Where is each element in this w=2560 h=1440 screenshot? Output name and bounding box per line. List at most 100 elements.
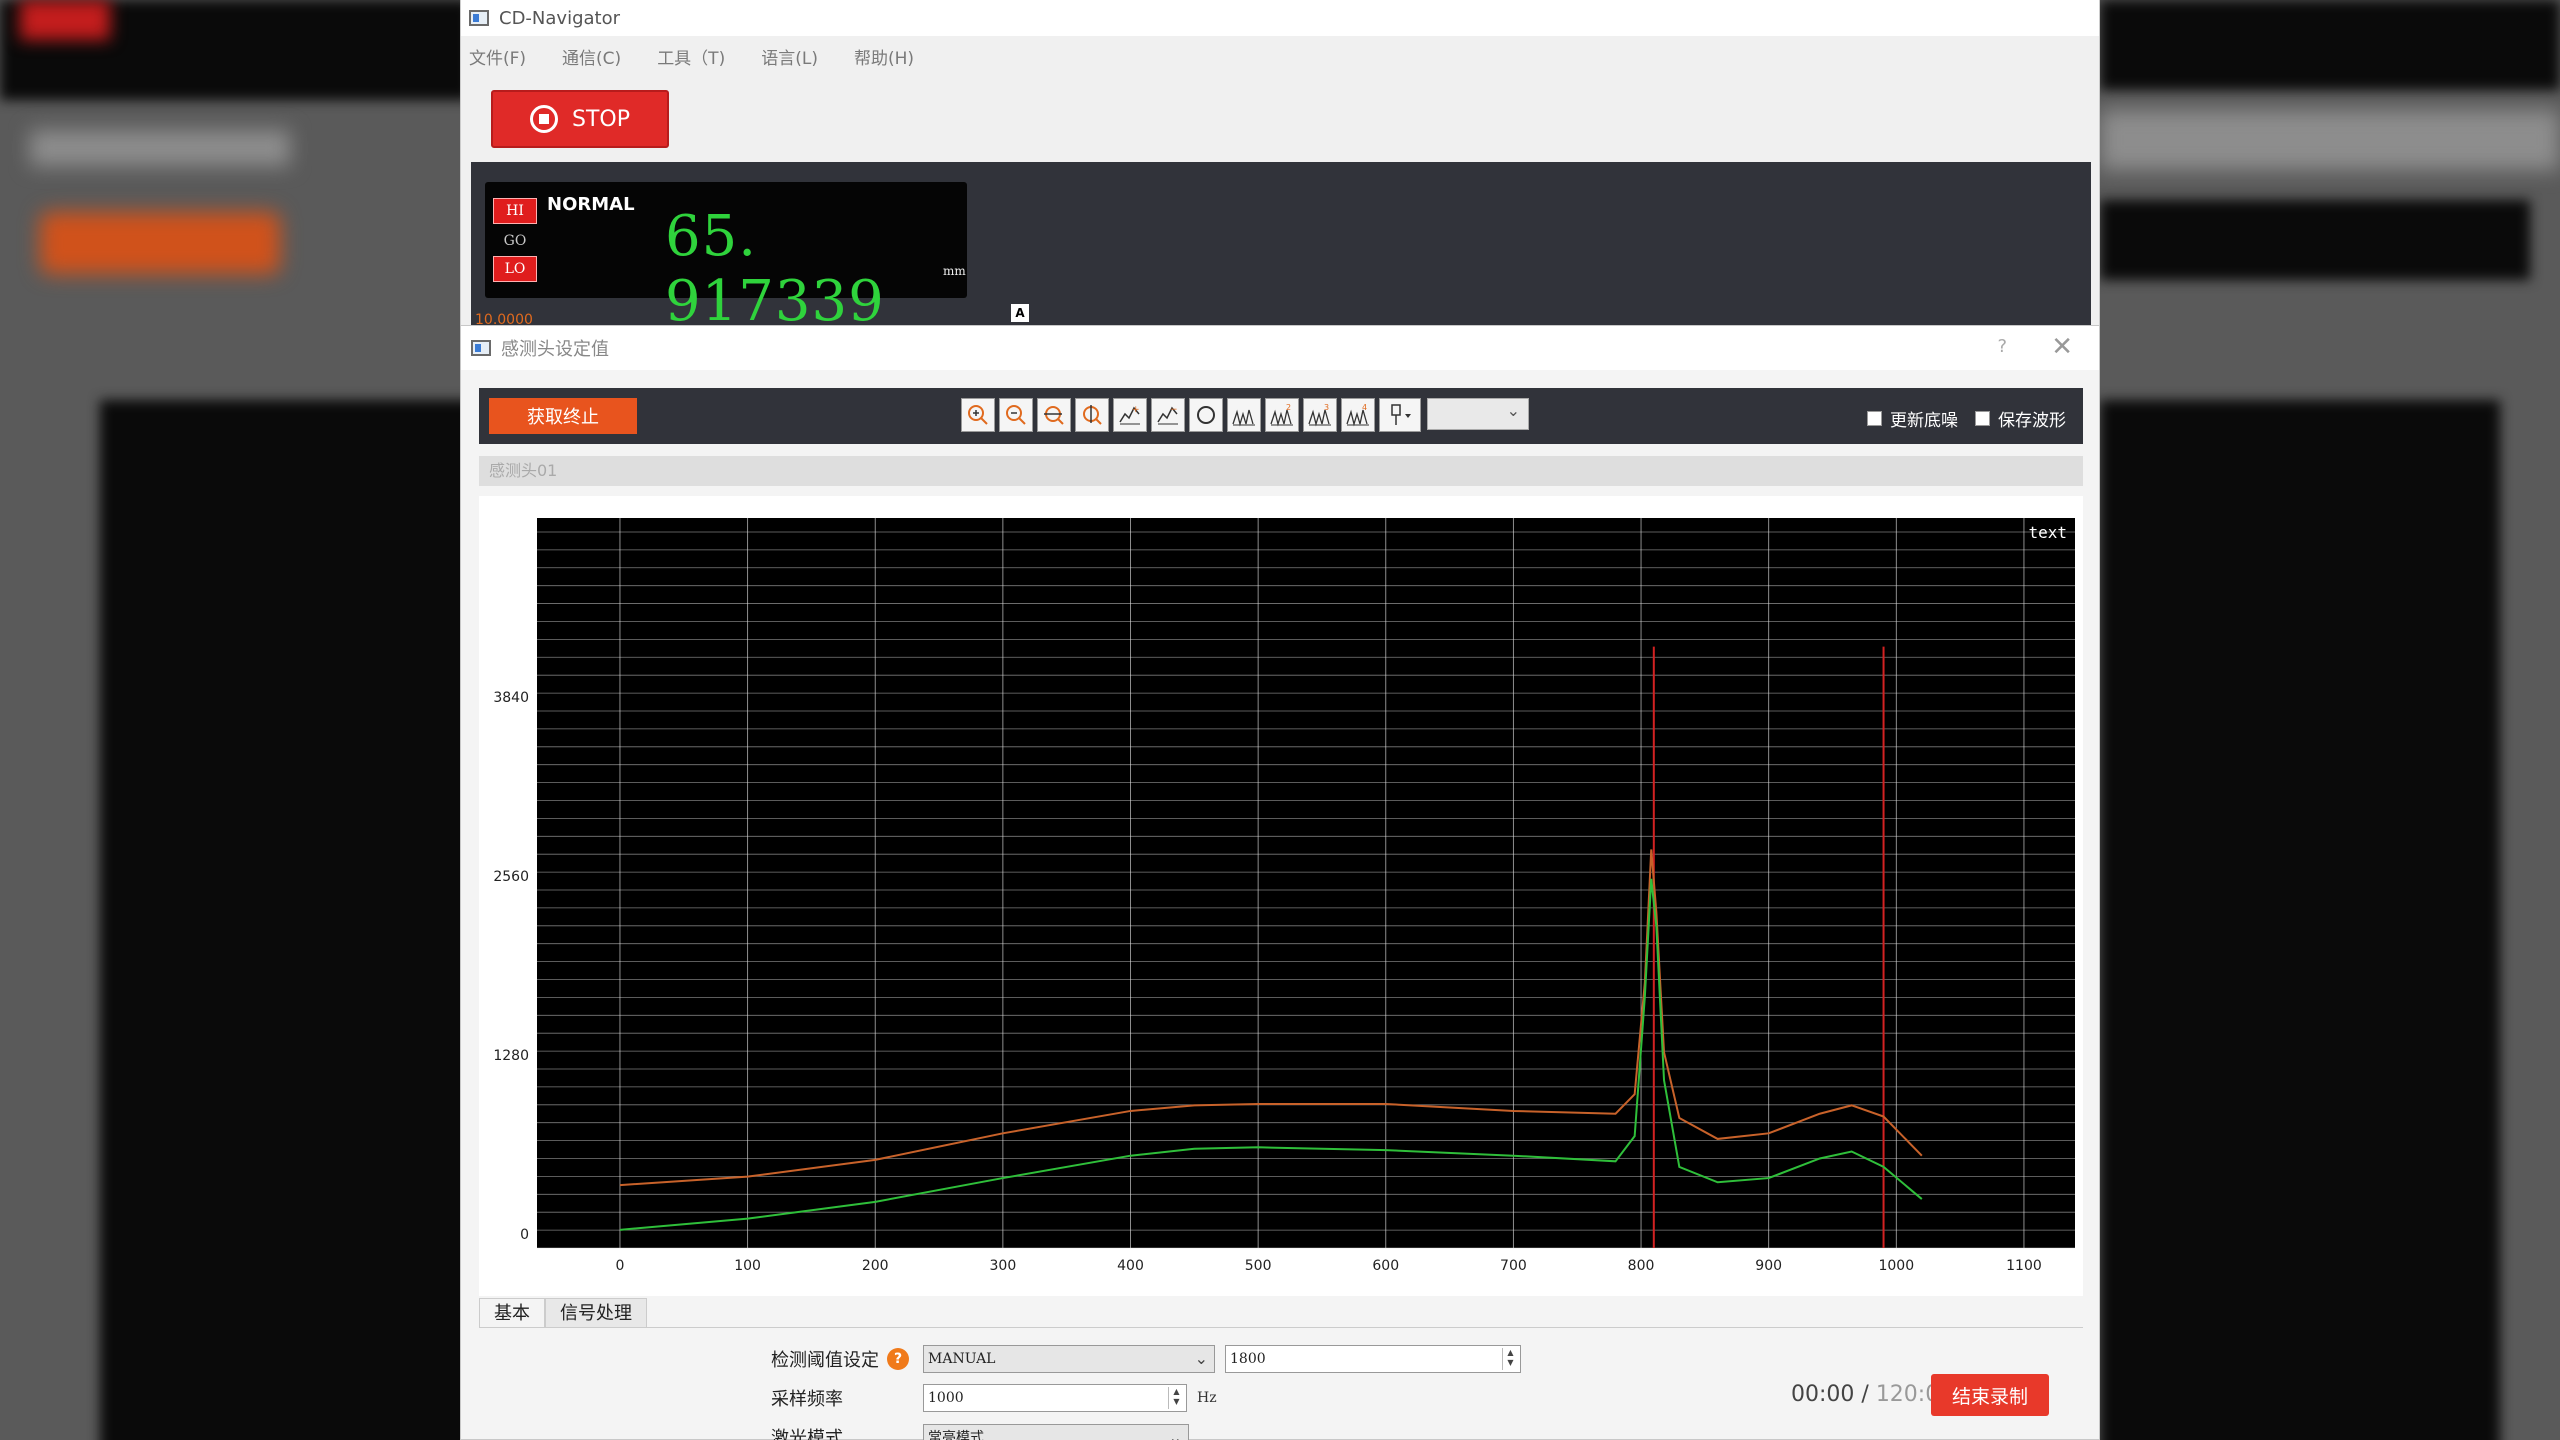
measurement-unit: mm — [943, 264, 966, 278]
chevron-down-icon: ⌄ — [1168, 1428, 1182, 1440]
update-noise-checkbox[interactable]: 更新底噪 — [1867, 406, 1958, 431]
x-tick-label: 500 — [1245, 1258, 1272, 1274]
window-title: CD-Navigator — [499, 7, 620, 29]
update-noise-box[interactable] — [1867, 411, 1882, 426]
menu-language[interactable]: 语言(L) — [761, 44, 818, 69]
record-timer: 00:00 / 120:00 — [1791, 1382, 1953, 1407]
go-indicator: GO — [503, 233, 527, 249]
background-right — [2100, 0, 2560, 1440]
svg-text:3: 3 — [1324, 403, 1329, 412]
svg-text:−: − — [1170, 405, 1178, 415]
spinner-icon[interactable]: ▲ ▼ — [1168, 1387, 1184, 1409]
laser-mode-select[interactable]: 常亮模式 ⌄ — [923, 1424, 1189, 1440]
zoom-y-icon[interactable] — [1075, 398, 1109, 432]
measurement-panel: HI GO LO NORMAL 65. 917339 mm 10.0000 A — [471, 162, 2091, 334]
x-tick-label: 0 — [616, 1258, 625, 1274]
plot-annotation: text — [2028, 523, 2067, 542]
background-left — [0, 0, 460, 1440]
menu-comm[interactable]: 通信(C) — [562, 44, 621, 69]
svg-text:2: 2 — [1286, 403, 1291, 412]
peak-1-icon[interactable] — [1227, 398, 1261, 432]
y-tick-label: 0 — [520, 1227, 529, 1243]
plot-background — [537, 518, 2075, 1248]
tool-buttons: + − 2 3 4 — [961, 398, 1529, 432]
svg-text:+: + — [1132, 405, 1140, 415]
x-tick-label: 600 — [1372, 1258, 1399, 1274]
x-tick-label: 800 — [1628, 1258, 1655, 1274]
svg-text:4: 4 — [1362, 403, 1367, 412]
hi-indicator: HI — [493, 198, 537, 224]
menu-bar: 文件(F) 通信(C) 工具（T) 语言(L) 帮助(H) — [461, 36, 2099, 76]
zoom-out-icon[interactable] — [999, 398, 1033, 432]
zoom-x-icon[interactable] — [1037, 398, 1071, 432]
threshold-mode-value: MANUAL — [928, 1351, 996, 1367]
laser-mode-label: 激光模式 — [771, 1428, 843, 1440]
threshold-label: 检测阈值设定 — [771, 1350, 879, 1371]
x-tick-label: 300 — [990, 1258, 1017, 1274]
frequency-unit: Hz — [1197, 1390, 1217, 1406]
measurement-display: HI GO LO NORMAL 65. 917339 mm — [485, 182, 967, 334]
peak-2-icon[interactable]: 2 — [1265, 398, 1299, 432]
y-tick-label: 1280 — [493, 1048, 529, 1064]
status-text: NORMAL — [547, 194, 635, 215]
dialog-title-bar: 感测头设定值 ? ✕ — [461, 326, 2099, 370]
waveform-plot: 0 100 200 300 400 500 600 700 800 900 1000 1100 0 128… — [479, 496, 2083, 1296]
threshold-mode-select[interactable]: MANUAL ⌄ — [923, 1345, 1215, 1373]
y-tick-label: 2560 — [493, 869, 529, 885]
spinner-icon[interactable]: ▲ ▼ — [1502, 1348, 1518, 1370]
x-tick-label: 700 — [1500, 1258, 1527, 1274]
waveform-chart: 0 100 200 300 400 500 600 700 800 900 1000 1100 0 128… — [493, 518, 2075, 1274]
end-recording-button[interactable]: 结束录制 — [1931, 1374, 2049, 1416]
chevron-down-icon: ⌄ — [1194, 1349, 1208, 1368]
frequency-label: 采样频率 — [771, 1389, 843, 1410]
basic-settings: 检测阈值设定 ? MANUAL ⌄ 1800 ▲ ▼ 采样频率 1000 ▲ ▼ H… — [479, 1327, 2083, 1440]
wave-up-icon[interactable]: + — [1113, 398, 1147, 432]
dialog-title: 感测头设定值 — [501, 339, 609, 360]
main-toolbar: STOP — [461, 76, 2099, 162]
x-tick-label: 1000 — [1878, 1258, 1914, 1274]
x-tick-label: 1100 — [2006, 1258, 2042, 1274]
dialog-toolbar: 获取终止 + − 2 3 4 更新底噪 保存波形 — [479, 388, 2083, 444]
settings-tabs: 基本 信号处理 — [479, 1298, 647, 1328]
app-icon — [469, 10, 489, 26]
main-window: CD-Navigator 文件(F) 通信(C) 工具（T) 语言(L) 帮助(… — [460, 0, 2100, 334]
stop-icon — [530, 105, 558, 133]
threshold-value-input[interactable]: 1800 ▲ ▼ — [1225, 1345, 1521, 1373]
x-tick-label: 400 — [1117, 1258, 1144, 1274]
info-icon[interactable]: ? — [887, 1348, 909, 1370]
save-wave-checkbox[interactable]: 保存波形 — [1975, 406, 2066, 431]
reset-circle-icon[interactable] — [1189, 398, 1223, 432]
menu-tools[interactable]: 工具（T) — [657, 44, 725, 69]
marker-icon[interactable] — [1379, 398, 1421, 432]
tab-basic[interactable]: 基本 — [479, 1298, 545, 1328]
marker-select[interactable] — [1427, 398, 1529, 430]
frequency-input[interactable]: 1000 ▲ ▼ — [923, 1384, 1187, 1412]
y-tick-label: 3840 — [493, 690, 529, 706]
stop-acquisition-button[interactable]: 获取终止 — [489, 398, 637, 434]
timer-separator: / — [1854, 1382, 1876, 1407]
peak-3-icon[interactable]: 3 — [1303, 398, 1337, 432]
sensor-tab[interactable]: 感测头01 — [479, 456, 2083, 486]
timer-elapsed: 00:00 — [1791, 1382, 1855, 1407]
close-button[interactable]: ✕ — [2051, 332, 2073, 362]
laser-mode-value: 常亮模式 — [928, 1430, 984, 1440]
menu-file[interactable]: 文件(F) — [469, 44, 526, 69]
zoom-in-icon[interactable] — [961, 398, 995, 432]
sensor-settings-dialog: 感测头设定值 ? ✕ 获取终止 + − 2 3 4 更新底噪 保存波形 — [460, 325, 2100, 1440]
dialog-icon — [471, 340, 491, 356]
frequency-value: 1000 — [928, 1390, 964, 1406]
x-tick-label: 200 — [862, 1258, 889, 1274]
wave-down-icon[interactable]: − — [1151, 398, 1185, 432]
save-wave-box[interactable] — [1975, 411, 1990, 426]
help-button[interactable]: ? — [1997, 336, 2007, 357]
peak-4-icon[interactable]: 4 — [1341, 398, 1375, 432]
menu-help[interactable]: 帮助(H) — [854, 44, 914, 69]
x-tick-label: 900 — [1755, 1258, 1782, 1274]
threshold-value: 1800 — [1230, 1351, 1266, 1367]
stop-button[interactable]: STOP — [491, 90, 669, 148]
tab-signal-processing[interactable]: 信号处理 — [545, 1298, 647, 1328]
update-noise-label: 更新底噪 — [1890, 411, 1958, 431]
title-bar: CD-Navigator — [461, 0, 2099, 36]
measurement-value: 65. 917339 — [665, 204, 885, 334]
stop-label: STOP — [572, 106, 630, 132]
